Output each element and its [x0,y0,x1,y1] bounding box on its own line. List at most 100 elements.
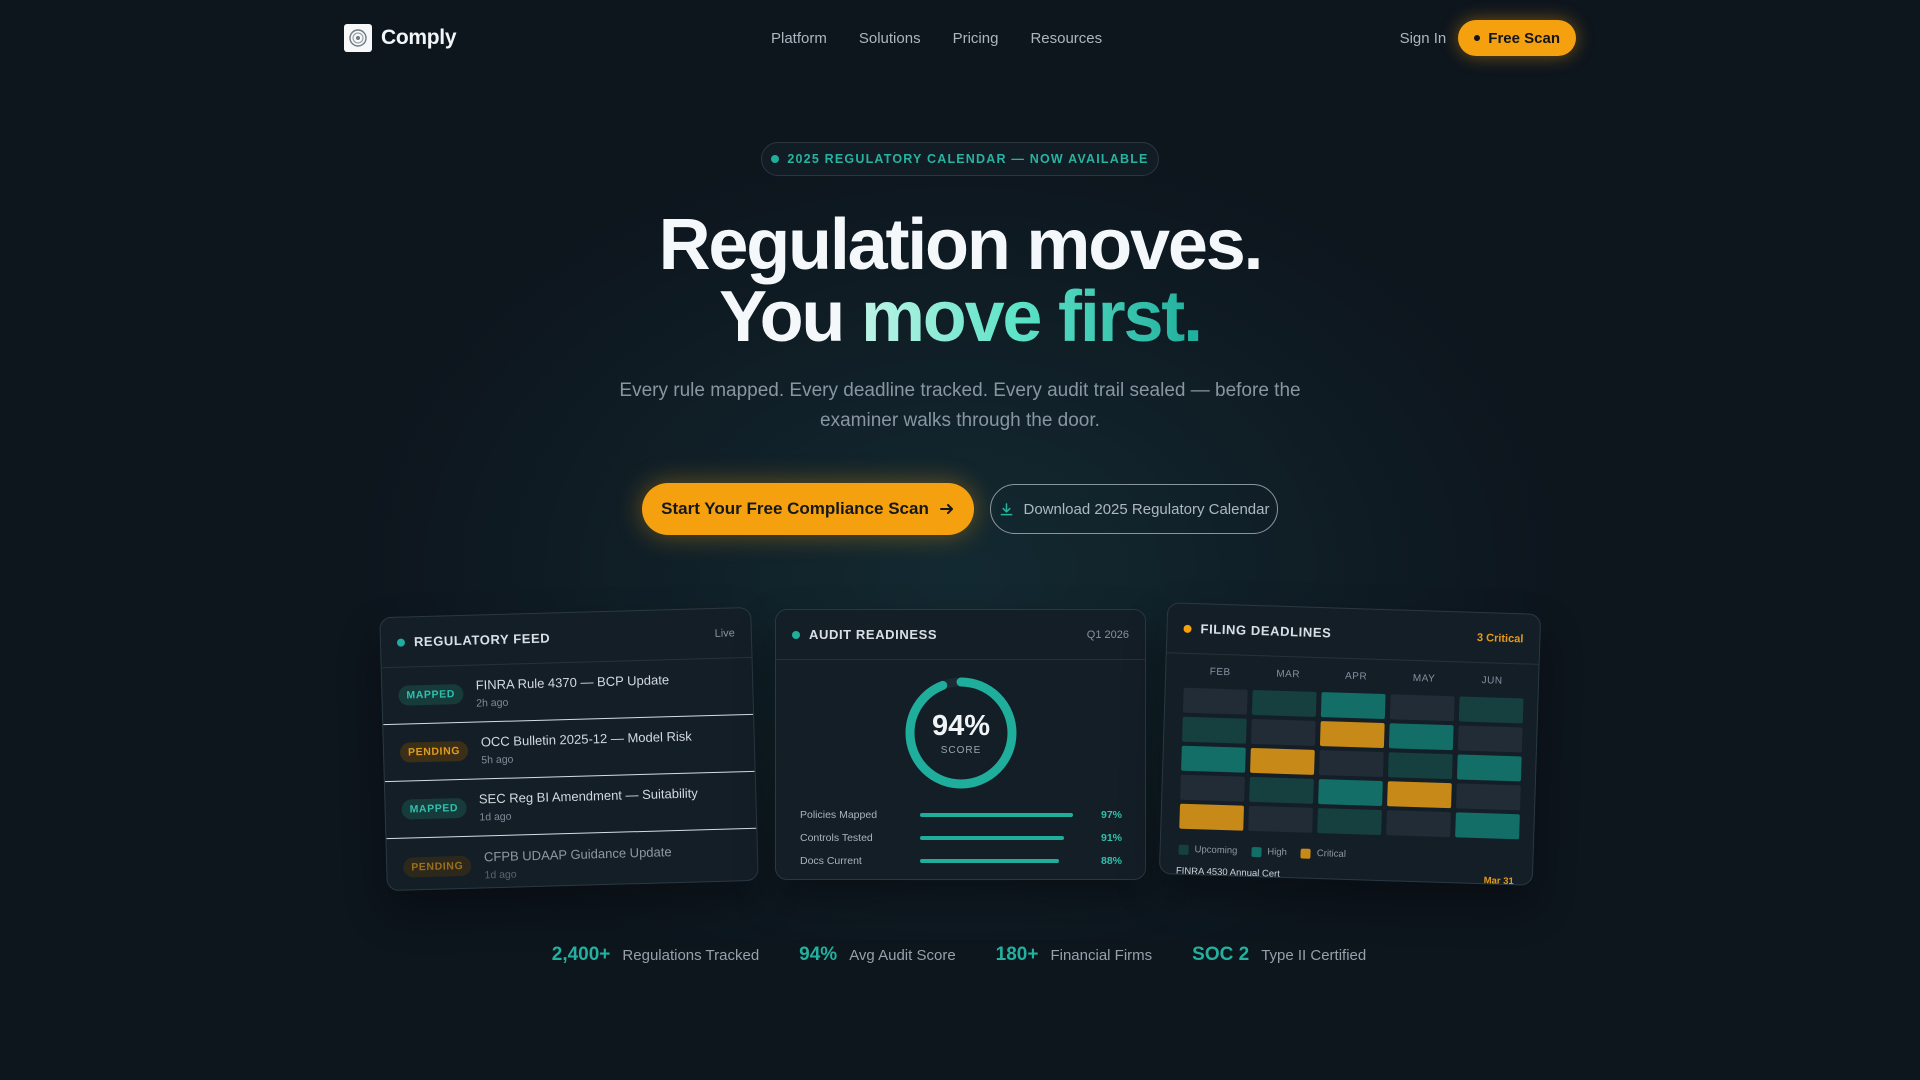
brand-logo[interactable]: Comply [344,24,457,52]
deadline-cell[interactable] [1180,774,1245,802]
metric-value: 91% [1100,832,1122,844]
download-calendar-label: Download 2025 Regulatory Calendar [1023,500,1270,518]
feed-item-name: OCC Bulletin 2025-12 — Model Risk [480,728,692,750]
stat-value: 94% [799,944,838,965]
deadline-cell[interactable] [1251,689,1317,717]
metric-track [920,836,1078,840]
deadline-cell[interactable] [1456,754,1522,782]
deadline-footer-text: FINRA 4530 Annual Cert [1175,865,1281,880]
deadline-cell[interactable] [1458,696,1524,724]
feed-item[interactable]: MAPPED FINRA Rule 4370 — BCP Update 2h ago [381,657,754,726]
metric-row: Policies Mapped 97% [800,808,1122,822]
free-scan-button[interactable]: Free Scan [1458,20,1576,56]
feed-title: REGULATORY FEED [413,630,551,650]
month-label: APR [1344,670,1368,683]
nav-link-solutions[interactable]: Solutions [859,30,921,47]
deadline-cell[interactable] [1387,781,1452,809]
feed-item-badge: PENDING [399,740,469,763]
legend-item: High [1251,846,1287,858]
feed-list: MAPPED FINRA Rule 4370 — BCP Update 2h ago… [381,657,758,891]
metric-bar [920,836,1064,840]
metric-row: Controls Tested 91% [800,831,1122,845]
audit-period: Q1 2026 [1086,628,1129,641]
feed-item-badge: MAPPED [401,797,467,820]
headline-line-2: You move first. [0,280,1920,354]
feed-item-text: FINRA Rule 4370 — BCP Update 2h ago [476,672,670,709]
deadline-cell[interactable] [1179,803,1245,831]
arrow-right-icon [939,504,953,514]
feed-item[interactable]: MAPPED SEC Reg BI Amendment — Suitability… [384,771,757,840]
feed-item-text: CFPB UDAAP Guidance Update 1d ago [484,844,672,881]
alert-dot-icon [1183,624,1192,633]
feed-item[interactable]: PENDING CFPB UDAAP Guidance Update 1d ago [386,829,757,891]
month-label: JUN [1481,675,1503,687]
deadline-cell[interactable] [1319,750,1384,778]
feed-item-age: 1d ago [479,810,512,824]
stats-bar: 2,400+ Regulations Tracked 94% Avg Audit Sc… [0,944,1920,966]
metric-track [920,859,1078,863]
headline-plain: You [719,277,861,357]
legend-label: Critical [1316,848,1347,860]
metric-label: Controls Tested [800,832,873,844]
deadline-cell[interactable] [1248,805,1313,833]
audit-readiness-card: AUDIT READINESS Q1 2026 94% SCORE Polici… [775,609,1146,880]
status-dot-icon [792,630,800,639]
deadlines-title: FILING DEADLINES [1200,621,1332,641]
deadline-heatmap [1179,687,1524,840]
nav-link-resources[interactable]: Resources [1030,30,1102,47]
feed-item-badge: PENDING [402,855,472,878]
month-label: MAR [1276,668,1301,681]
announcement-badge[interactable]: 2025 REGULATORY CALENDAR — NOW AVAILABLE [761,142,1159,176]
month-labels: FEB MAR APR MAY JUN [1186,666,1526,688]
score-ring: 94% SCORE [902,674,1020,792]
deadline-cell[interactable] [1320,692,1386,720]
sign-in-link[interactable]: Sign In [1400,30,1447,47]
deadline-cell[interactable] [1250,718,1316,746]
stat-label: Type II Certified [1261,947,1367,964]
stat-label: Financial Firms [1050,947,1153,964]
deadline-cell[interactable] [1318,779,1383,807]
filing-deadlines-card: FILING DEADLINES 3 Critical FEB MAR APR MAY… [1158,602,1542,886]
feed-status: Live [714,626,735,640]
stat-item: 180+ Financial Firms [996,944,1152,966]
deadline-cell[interactable] [1317,808,1382,836]
stat-label: Regulations Tracked [622,947,760,964]
deadline-cell[interactable] [1250,747,1315,775]
month-label: MAY [1412,672,1436,685]
deadline-cell[interactable] [1389,694,1455,722]
start-scan-button[interactable]: Start Your Free Compliance Scan [642,483,974,535]
download-icon [1000,502,1012,515]
feed-item-name: FINRA Rule 4370 — BCP Update [475,672,670,693]
legend-label: Upcoming [1194,844,1238,857]
deadline-cell[interactable] [1182,687,1248,715]
metric-label: Docs Current [800,855,862,867]
nav-link-pricing[interactable]: Pricing [953,30,999,47]
stat-value: SOC 2 [1192,944,1250,965]
deadline-cell[interactable] [1319,721,1385,749]
legend-swatch [1178,844,1189,855]
nav-link-platform[interactable]: Platform [771,30,827,47]
deadline-cell[interactable] [1249,776,1314,804]
legend-item: Critical [1300,848,1347,860]
feed-item[interactable]: PENDING OCC Bulletin 2025-12 — Model Risk… [383,714,755,783]
deadline-cell[interactable] [1456,783,1521,811]
deadline-cell[interactable] [1455,812,1520,840]
legend-label: High [1267,846,1288,859]
feed-item-text: SEC Reg BI Amendment — Suitability 1d ago [479,785,699,823]
deadline-cell[interactable] [1388,723,1454,751]
free-scan-label: Free Scan [1488,29,1560,47]
feed-item-age: 2h ago [476,696,509,710]
deadline-cell[interactable] [1181,745,1246,773]
deadline-cell[interactable] [1386,810,1451,838]
legend-item: Upcoming [1178,844,1238,857]
score-label: SCORE [940,745,982,756]
download-calendar-button[interactable]: Download 2025 Regulatory Calendar [990,484,1278,534]
metric-value: 88% [1100,855,1122,867]
deadline-cell[interactable] [1181,716,1247,744]
deadline-cell[interactable] [1457,725,1523,753]
top-nav: Comply Platform Solutions Pricing Resour… [344,18,1576,58]
live-dot-icon [396,638,406,647]
seal-icon [344,24,372,52]
headline-line-1: Regulation moves. [658,205,1264,285]
deadline-cell[interactable] [1387,752,1453,780]
